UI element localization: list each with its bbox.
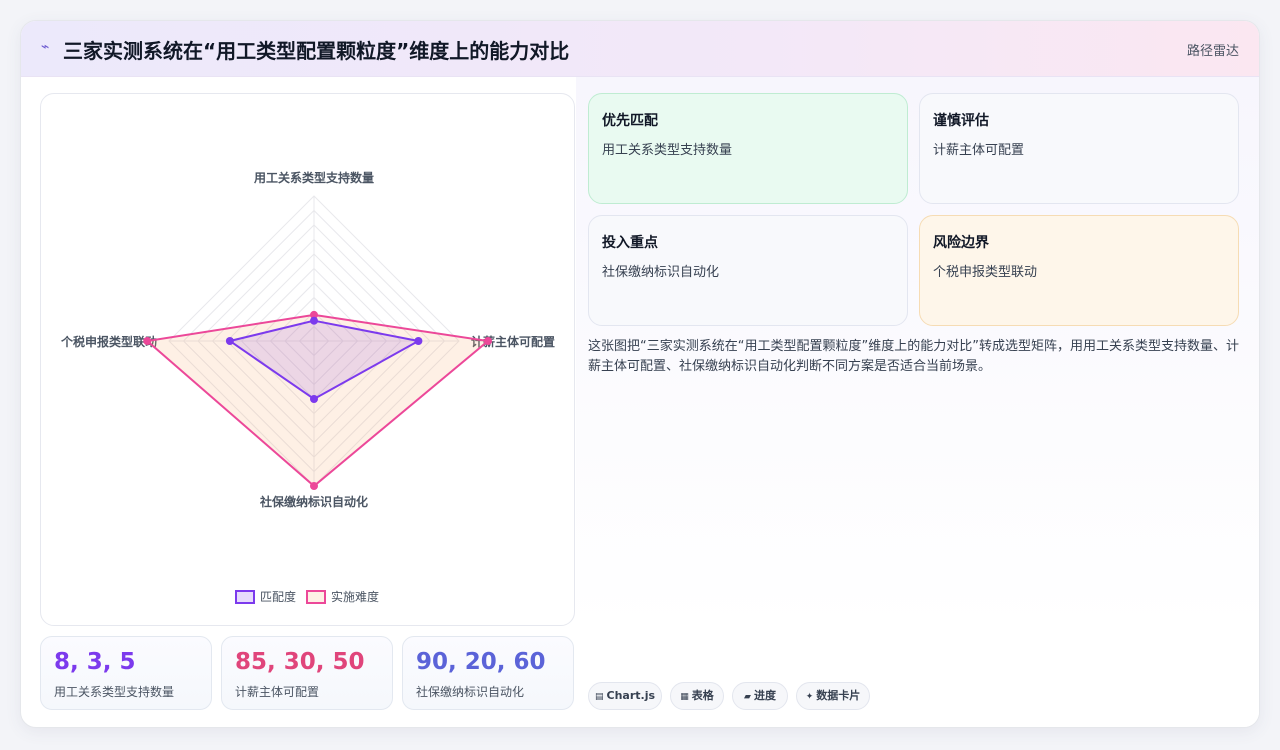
chart-icon: ▤ — [594, 692, 604, 702]
legend-swatch — [306, 590, 326, 604]
stat-label: 计薪主体可配置 — [235, 685, 320, 699]
radar-point — [225, 337, 234, 345]
radar-axis-label: 社保缴纳标识自动化 — [259, 494, 368, 509]
box-subtitle: 计薪主体可配置 — [933, 143, 1025, 158]
chip-progress[interactable]: ▰ 进度 — [732, 682, 788, 710]
radar-axis-label: 个税申报类型联动 — [60, 334, 157, 349]
stat-value: 8, 3, 5 — [54, 649, 136, 675]
box-subtitle: 个税申报类型联动 — [933, 265, 1038, 280]
radar-point — [414, 337, 423, 345]
table-icon: ▦ — [680, 692, 689, 702]
radar-point — [310, 316, 318, 325]
header-tag[interactable]: 路径雷达 — [1187, 40, 1239, 59]
chip-chartjs[interactable]: ▤ Chart.js — [588, 682, 662, 710]
stat-label: 用工关系类型支持数量 — [54, 685, 175, 699]
header: ⌁ 三家实测系统在“用工类型配置颗粒度”维度上的能力对比 路径雷达 — [21, 21, 1259, 77]
chip-label: 进度 — [753, 689, 776, 702]
box-title: 谨慎评估 — [933, 113, 989, 129]
lightning-icon: ⌁ — [41, 39, 50, 55]
box-investment-focus: 投入重点 社保缴纳标识自动化 — [588, 215, 908, 326]
radar-point — [310, 395, 318, 403]
stat-card-3: 90, 20, 60 社保缴纳标识自动化 — [402, 636, 574, 710]
box-title: 投入重点 — [602, 235, 658, 251]
progress-icon: ▰ — [744, 692, 751, 702]
sparkle-icon: ✦ — [805, 692, 814, 702]
radar-point — [484, 337, 492, 345]
main-card: ⌁ 三家实测系统在“用工类型配置颗粒度”维度上的能力对比 路径雷达 用工关系类型… — [20, 20, 1260, 728]
box-title: 优先匹配 — [602, 113, 658, 129]
description-text: 这张图把“三家实测系统在“用工类型配置颗粒度”维度上的能力对比”转成选型矩阵，用… — [588, 339, 1239, 374]
legend-label: 匹配度 — [260, 589, 296, 604]
box-title: 风险边界 — [933, 235, 989, 251]
box-subtitle: 社保缴纳标识自动化 — [602, 265, 720, 280]
chip-table[interactable]: ▦ 表格 — [670, 682, 724, 710]
stat-value: 85, 30, 50 — [235, 649, 365, 675]
radar-point — [310, 482, 318, 490]
box-subtitle: 用工关系类型支持数量 — [602, 143, 733, 158]
legend-swatch — [235, 590, 255, 604]
radar-chart-panel: 用工关系类型支持数量 计薪主体可配置 社保缴纳标识自动化 个税申报类型联动 匹配度 实施难… — [40, 93, 575, 626]
box-priority-match: 优先匹配 用工关系类型支持数量 — [588, 93, 908, 204]
stat-card-2: 85, 30, 50 计薪主体可配置 — [221, 636, 393, 710]
radar-point — [143, 337, 152, 345]
radar-chart: 用工关系类型支持数量计薪主体可配置社保缴纳标识自动化个税申报类型联动匹配度 实施难… — [60, 170, 555, 604]
radar-axis-label: 用工关系类型支持数量 — [253, 170, 374, 185]
stat-card-1: 8, 3, 5 用工关系类型支持数量 — [40, 636, 212, 710]
chip-label: 数据卡片 — [816, 689, 861, 702]
page-title: 三家实测系统在“用工类型配置颗粒度”维度上的能力对比 — [63, 39, 570, 63]
chip-label: 表格 — [691, 689, 714, 702]
chip-label: Chart.js — [606, 689, 656, 702]
box-risk-boundary: 风险边界 个税申报类型联动 — [919, 215, 1239, 326]
chip-data-card[interactable]: ✦ 数据卡片 — [796, 682, 870, 710]
box-careful-evaluation: 谨慎评估 计薪主体可配置 — [919, 93, 1239, 204]
stat-label: 社保缴纳标识自动化 — [416, 685, 525, 699]
stat-value: 90, 20, 60 — [416, 649, 546, 675]
legend-label: 实施难度 — [331, 589, 379, 604]
